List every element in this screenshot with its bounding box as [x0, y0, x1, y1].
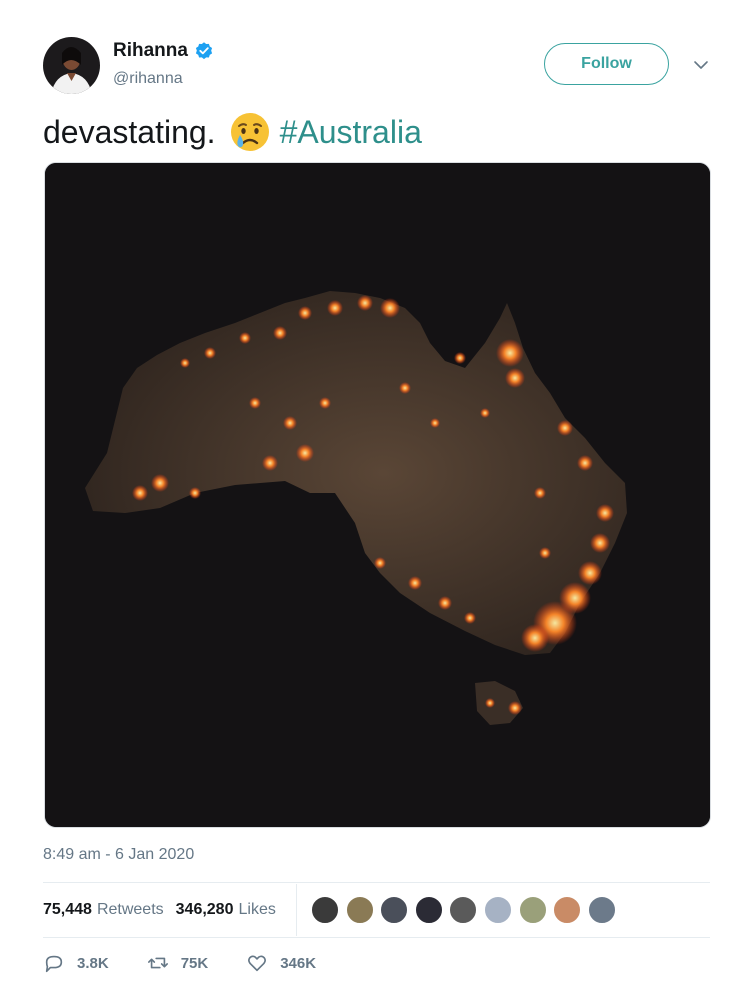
- divider: [43, 937, 710, 938]
- tweet-header: Rihanna @rihanna Follow: [43, 37, 713, 97]
- chevron-down-icon[interactable]: [693, 57, 709, 73]
- handle[interactable]: @rihanna: [113, 70, 183, 88]
- divider: [43, 882, 710, 883]
- liker-avatar[interactable]: [344, 895, 375, 925]
- likes-label[interactable]: Likes: [238, 901, 275, 919]
- liker-avatar[interactable]: [413, 895, 444, 925]
- crying-face-icon: [230, 112, 270, 152]
- liker-avatar[interactable]: [379, 895, 410, 925]
- tweet-text: devastating. #Australia: [43, 111, 422, 153]
- tweet-image[interactable]: [44, 162, 711, 828]
- likers-avatars: [310, 895, 621, 925]
- like-count: 346K: [280, 954, 317, 972]
- reply-icon: [45, 955, 63, 973]
- retweets-label[interactable]: Retweets: [97, 901, 164, 919]
- liker-avatar[interactable]: [310, 895, 340, 925]
- reply-button[interactable]: 3.8K: [43, 952, 109, 974]
- display-name[interactable]: Rihanna: [113, 40, 188, 62]
- liker-avatar[interactable]: [448, 895, 479, 925]
- engagement-stats: 75,448 Retweets 346,280 Likes: [43, 895, 288, 925]
- liker-avatar[interactable]: [586, 895, 617, 925]
- avatar[interactable]: [43, 37, 100, 94]
- likes-count[interactable]: 346,280: [176, 901, 234, 919]
- tweet-actions: 3.8K 75K 346K: [43, 952, 354, 974]
- like-button[interactable]: 346K: [246, 952, 316, 974]
- retweets-count[interactable]: 75,448: [43, 901, 92, 919]
- name-row: Rihanna: [113, 40, 214, 62]
- reply-count: 3.8K: [77, 954, 109, 972]
- liker-avatar[interactable]: [517, 895, 548, 925]
- heart-icon: [248, 955, 267, 972]
- retweet-icon: [147, 957, 168, 969]
- tweet-timestamp[interactable]: 8:49 am - 6 Jan 2020: [43, 846, 194, 864]
- tweet-body: devastating.: [43, 114, 216, 150]
- hashtag-link[interactable]: #Australia: [280, 111, 422, 153]
- follow-button[interactable]: Follow: [544, 43, 669, 85]
- retweet-button[interactable]: 75K: [147, 952, 209, 974]
- liker-avatar[interactable]: [552, 895, 583, 925]
- stats-separator: [296, 884, 297, 936]
- liker-avatar[interactable]: [482, 895, 513, 925]
- verified-badge-icon: [194, 41, 214, 61]
- retweet-count: 75K: [180, 954, 209, 972]
